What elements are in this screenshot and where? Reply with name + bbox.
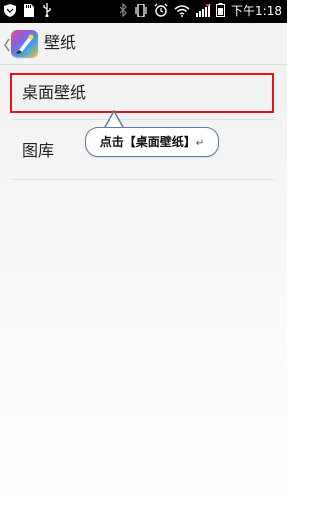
divider <box>12 179 274 180</box>
bluetooth-icon <box>119 2 128 21</box>
vibrate-icon <box>134 2 148 21</box>
return-mark: ↵ <box>195 138 205 149</box>
callout-text: 点击【桌面壁纸】 <box>99 135 196 149</box>
chevron-left-icon[interactable] <box>3 37 11 52</box>
callout-tooltip: 点击【桌面壁纸】↵ <box>85 127 219 157</box>
divider <box>12 119 274 120</box>
signal-icon <box>196 2 211 21</box>
sd-card-icon <box>24 2 34 21</box>
action-bar: 壁纸 <box>0 23 287 65</box>
status-time: 下午1:18 <box>231 4 282 18</box>
alarm-icon <box>154 2 168 21</box>
usb-icon <box>42 2 52 21</box>
page-title: 壁纸 <box>44 33 77 52</box>
list-item-label: 图库 <box>22 141 55 160</box>
shield-icon <box>4 2 16 21</box>
wallpaper-brush-icon[interactable] <box>11 30 38 57</box>
highlight-box <box>10 73 274 113</box>
wifi-icon <box>174 2 190 21</box>
status-bar: 下午1:18 <box>0 0 287 23</box>
battery-icon <box>216 2 226 21</box>
